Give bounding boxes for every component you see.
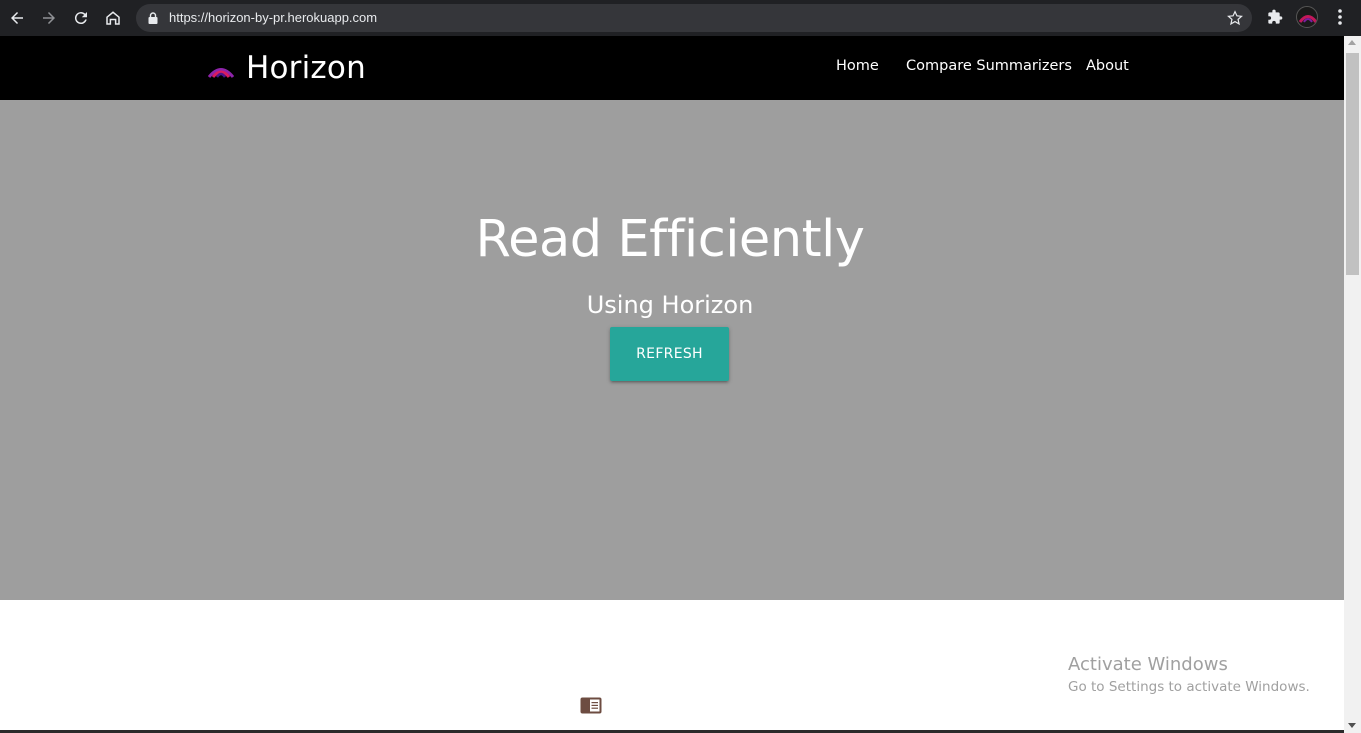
activate-windows-subtitle: Go to Settings to activate Windows.	[1068, 679, 1310, 695]
url-text[interactable]: https://horizon-by-pr.herokuapp.com	[169, 10, 377, 25]
reader-mode-icon[interactable]	[580, 697, 602, 714]
scroll-up-arrow-icon[interactable]	[1348, 40, 1356, 45]
nav-link-about[interactable]: About	[1086, 58, 1129, 74]
scroll-down-arrow-icon[interactable]	[1348, 723, 1356, 728]
page-viewport: Horizon Home Compare Summarizers About R…	[0, 36, 1344, 733]
profile-avatar[interactable]	[1296, 6, 1318, 28]
lock-icon[interactable]	[146, 11, 160, 25]
horizon-logo-icon[interactable]	[208, 60, 234, 80]
nav-link-home[interactable]: Home	[836, 58, 879, 74]
hero-section: Read Efficiently Using Horizon REFRESH	[0, 100, 1344, 600]
back-arrow-icon[interactable]	[5, 6, 29, 30]
site-navbar: Horizon Home Compare Summarizers About	[0, 36, 1344, 100]
activate-windows-title: Activate Windows	[1068, 654, 1228, 675]
kebab-menu-icon[interactable]	[1330, 6, 1350, 28]
browser-toolbar: https://horizon-by-pr.herokuapp.com	[0, 0, 1361, 36]
scrollbar-thumb[interactable]	[1346, 53, 1359, 275]
hero-subtitle: Using Horizon	[586, 291, 754, 319]
address-bar[interactable]: https://horizon-by-pr.herokuapp.com	[136, 4, 1252, 32]
hero-title: Read Efficiently	[475, 210, 865, 269]
forward-arrow-icon[interactable]	[37, 6, 61, 30]
refresh-button[interactable]: REFRESH	[610, 327, 729, 381]
extensions-puzzle-icon[interactable]	[1264, 6, 1286, 28]
home-icon[interactable]	[101, 6, 125, 30]
nav-link-compare-summarizers[interactable]: Compare Summarizers	[906, 58, 1072, 74]
brand-title[interactable]: Horizon	[246, 50, 366, 86]
vertical-scrollbar[interactable]	[1344, 36, 1361, 733]
bookmark-star-icon[interactable]	[1226, 9, 1244, 27]
reload-icon[interactable]	[69, 6, 93, 30]
